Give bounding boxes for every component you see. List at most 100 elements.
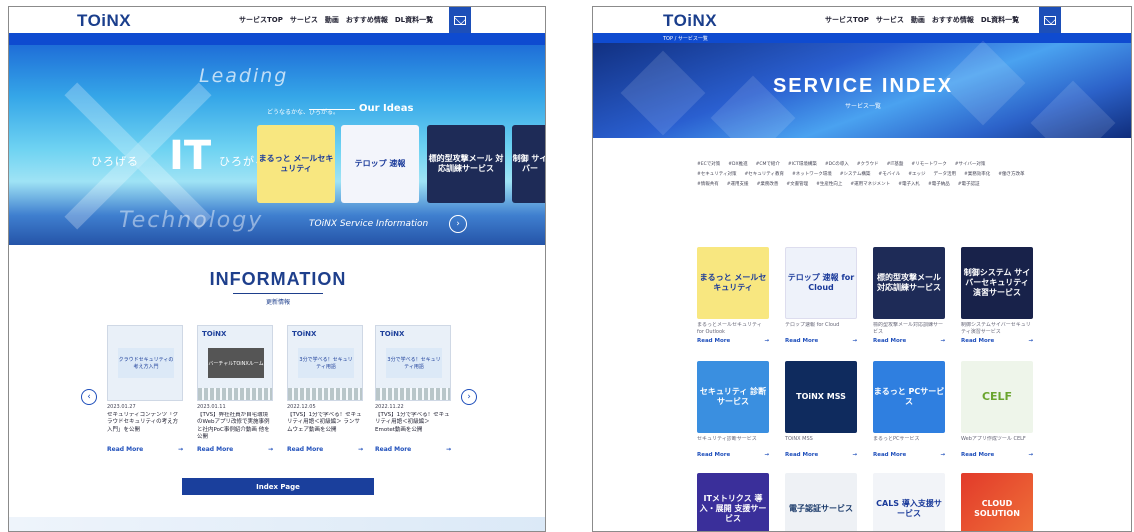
- nav-recommended[interactable]: おすすめ情報: [932, 15, 974, 25]
- news-thumbnail[interactable]: TOiNX 3分で学べる！セキュリティ用語: [375, 325, 451, 401]
- nav-services[interactable]: サービス: [876, 15, 904, 25]
- tag[interactable]: #セキュリティ対策: [697, 171, 737, 177]
- tag[interactable]: #クラウド: [857, 161, 879, 167]
- news-card[interactable]: TOiNX 3分で学べる！セキュリティ用語 2022.12.05 【TVS】1分で…: [287, 325, 363, 453]
- service-image[interactable]: テロップ 速報 for Cloud: [785, 247, 857, 319]
- service-image[interactable]: ITメトリクス 導入・展開 支援サービス: [697, 473, 769, 531]
- nav-video[interactable]: 動画: [325, 15, 339, 25]
- nav-service-top[interactable]: サービスTOP: [825, 15, 869, 25]
- mail-button[interactable]: [449, 7, 471, 33]
- chevron-right-icon[interactable]: ›: [449, 215, 467, 233]
- arrow-right-icon: →: [1028, 452, 1033, 458]
- tag[interactable]: #文書管理: [786, 181, 808, 187]
- breadcrumb[interactable]: TOP / サービス一覧: [663, 35, 708, 42]
- hero-card-mail-security[interactable]: まるっと メールセキュリティ: [257, 125, 335, 203]
- tag[interactable]: データ活用: [933, 171, 956, 177]
- tag[interactable]: #ネットワーク環境: [792, 171, 832, 177]
- mail-button[interactable]: [1039, 7, 1061, 33]
- nav-download[interactable]: DL資料一覧: [981, 15, 1019, 25]
- tag[interactable]: #モバイル: [878, 171, 900, 177]
- service-card[interactable]: ITメトリクス 導入・展開 支援サービス: [697, 473, 769, 531]
- read-more-link[interactable]: Read More →: [375, 446, 451, 453]
- service-image[interactable]: 標的型攻撃メール 対応訓練サービス: [873, 247, 945, 319]
- service-image[interactable]: 電子認証サービス: [785, 473, 857, 531]
- read-more-link[interactable]: Read More →: [785, 338, 857, 344]
- tag[interactable]: #電子入札: [898, 181, 920, 187]
- service-image[interactable]: まるっと メールセキュリティ: [697, 247, 769, 319]
- tag[interactable]: #DX推進: [728, 161, 747, 167]
- service-image[interactable]: まるっと PCサービス: [873, 361, 945, 433]
- read-more-link[interactable]: Read More →: [197, 446, 273, 453]
- service-card[interactable]: 電子認証サービス: [785, 473, 857, 531]
- tag[interactable]: #セキュリティ教育: [745, 171, 785, 177]
- tag[interactable]: #働き方改革: [998, 171, 1024, 177]
- hero-card-control-cyber[interactable]: 制御 サイバー: [512, 125, 545, 203]
- read-more-link[interactable]: Read More →: [697, 452, 769, 458]
- service-card[interactable]: CALS 導入支援サービス: [873, 473, 945, 531]
- news-card[interactable]: TOiNX 3分で学べる！セキュリティ用語 2022.11.22 【TVS】1分で…: [375, 325, 451, 453]
- hero-card-telop[interactable]: テロップ 速報: [341, 125, 419, 203]
- news-text[interactable]: 【TVS】1分で学べる！セキュリティ用語＜初級編＞ ランサムウェア動画を公開: [287, 412, 363, 442]
- service-card[interactable]: TOiNX MSS TOiNX MSS Read More →: [785, 361, 857, 458]
- tag[interactable]: #ICT環境構築: [788, 161, 817, 167]
- tag[interactable]: #業務改善: [757, 181, 779, 187]
- service-card[interactable]: 制御システム サイバーセキュリティ 演習サービス 制御システムサイバーセキュリテ…: [961, 247, 1033, 344]
- service-image[interactable]: セキュリティ 診断サービス: [697, 361, 769, 433]
- site-logo[interactable]: TOiNX: [663, 11, 717, 31]
- news-text[interactable]: 【TVS】弊社社員が自宅環境のWebアプリ改修で実施事例と社内PoC事例紹介動画…: [197, 412, 273, 442]
- service-image[interactable]: CLOUD SOLUTION: [961, 473, 1033, 531]
- news-thumbnail[interactable]: TOiNX バーチャルTOiNXルーム: [197, 325, 273, 401]
- news-thumbnail[interactable]: クラウドセキュリティの考え方入門: [107, 325, 183, 401]
- read-more-link[interactable]: Read More →: [961, 452, 1033, 458]
- read-more-link[interactable]: Read More →: [107, 446, 183, 453]
- service-image[interactable]: TOiNX MSS: [785, 361, 857, 433]
- tag[interactable]: #情報共有: [697, 181, 719, 187]
- tag[interactable]: #サイバー対策: [955, 161, 986, 167]
- tag[interactable]: #リモートワーク: [911, 161, 946, 167]
- tag[interactable]: #運用支援: [727, 181, 749, 187]
- news-thumbnail[interactable]: TOiNX 3分で学べる！セキュリティ用語: [287, 325, 363, 401]
- service-card[interactable]: まるっと メールセキュリティ まるっとメールセキュリティ for Outlook…: [697, 247, 769, 344]
- hero-card-phishing-training[interactable]: 標的型攻撃メール 対応訓練サービス: [427, 125, 505, 203]
- tag[interactable]: #システム構築: [840, 171, 871, 177]
- service-image[interactable]: 制御システム サイバーセキュリティ 演習サービス: [961, 247, 1033, 319]
- nav-recommended[interactable]: おすすめ情報: [346, 15, 388, 25]
- tag[interactable]: #CMで紹介: [756, 161, 780, 167]
- news-card[interactable]: TOiNX バーチャルTOiNXルーム 2023.01.11 【TVS】弊社社員が…: [197, 325, 273, 453]
- tag[interactable]: #電子認証: [958, 181, 980, 187]
- prev-arrow-icon[interactable]: ‹: [81, 389, 97, 405]
- service-card[interactable]: CELF Webアプリ作成ツール CELF Read More →: [961, 361, 1033, 458]
- nav-service-top[interactable]: サービスTOP: [239, 15, 283, 25]
- service-card[interactable]: セキュリティ 診断サービス セキュリティ診断サービス Read More →: [697, 361, 769, 458]
- service-card[interactable]: CLOUD SOLUTION: [961, 473, 1033, 531]
- tag[interactable]: #生産性向上: [816, 181, 842, 187]
- read-more-link[interactable]: Read More →: [873, 452, 945, 458]
- read-more-link[interactable]: Read More →: [873, 338, 945, 344]
- news-text[interactable]: セキュリティコンテンツ「クラウドセキュリティの考え方入門」を公開: [107, 412, 183, 442]
- read-more-link[interactable]: Read More →: [961, 338, 1033, 344]
- tag[interactable]: #電子納品: [928, 181, 950, 187]
- tag[interactable]: #業務効率化: [964, 171, 990, 177]
- news-text[interactable]: 【TVS】1分で学べる！セキュリティ用語＜初級編＞ Emotet動画を公開: [375, 412, 451, 442]
- service-image[interactable]: CELF: [961, 361, 1033, 433]
- tag[interactable]: #DCの導入: [825, 161, 849, 167]
- service-card[interactable]: 標的型攻撃メール 対応訓練サービス 標的型攻撃メール対応訓練サービス Read …: [873, 247, 945, 344]
- index-page-button[interactable]: Index Page: [182, 478, 374, 495]
- news-card[interactable]: クラウドセキュリティの考え方入門 2023.01.27 セキュリティコンテンツ「…: [107, 325, 183, 453]
- next-arrow-icon[interactable]: ›: [461, 389, 477, 405]
- nav-video[interactable]: 動画: [911, 15, 925, 25]
- read-more-link[interactable]: Read More →: [287, 446, 363, 453]
- tag[interactable]: #運用マネジメント: [850, 181, 890, 187]
- nav-download[interactable]: DL資料一覧: [395, 15, 433, 25]
- tag[interactable]: #エッジ: [908, 171, 925, 177]
- read-more-link[interactable]: Read More →: [785, 452, 857, 458]
- service-image[interactable]: CALS 導入支援サービス: [873, 473, 945, 531]
- service-card[interactable]: テロップ 速報 for Cloud テロップ速報 for Cloud Read …: [785, 247, 857, 344]
- service-card[interactable]: まるっと PCサービス まるっとPCサービス Read More →: [873, 361, 945, 458]
- read-more-link[interactable]: Read More →: [697, 338, 769, 344]
- service-info-link[interactable]: TOiNX Service Information: [309, 219, 428, 229]
- tag[interactable]: #ECで対策: [697, 161, 720, 167]
- nav-services[interactable]: サービス: [290, 15, 318, 25]
- tag[interactable]: #IT基盤: [887, 161, 904, 167]
- site-logo[interactable]: TOiNX: [77, 11, 131, 31]
